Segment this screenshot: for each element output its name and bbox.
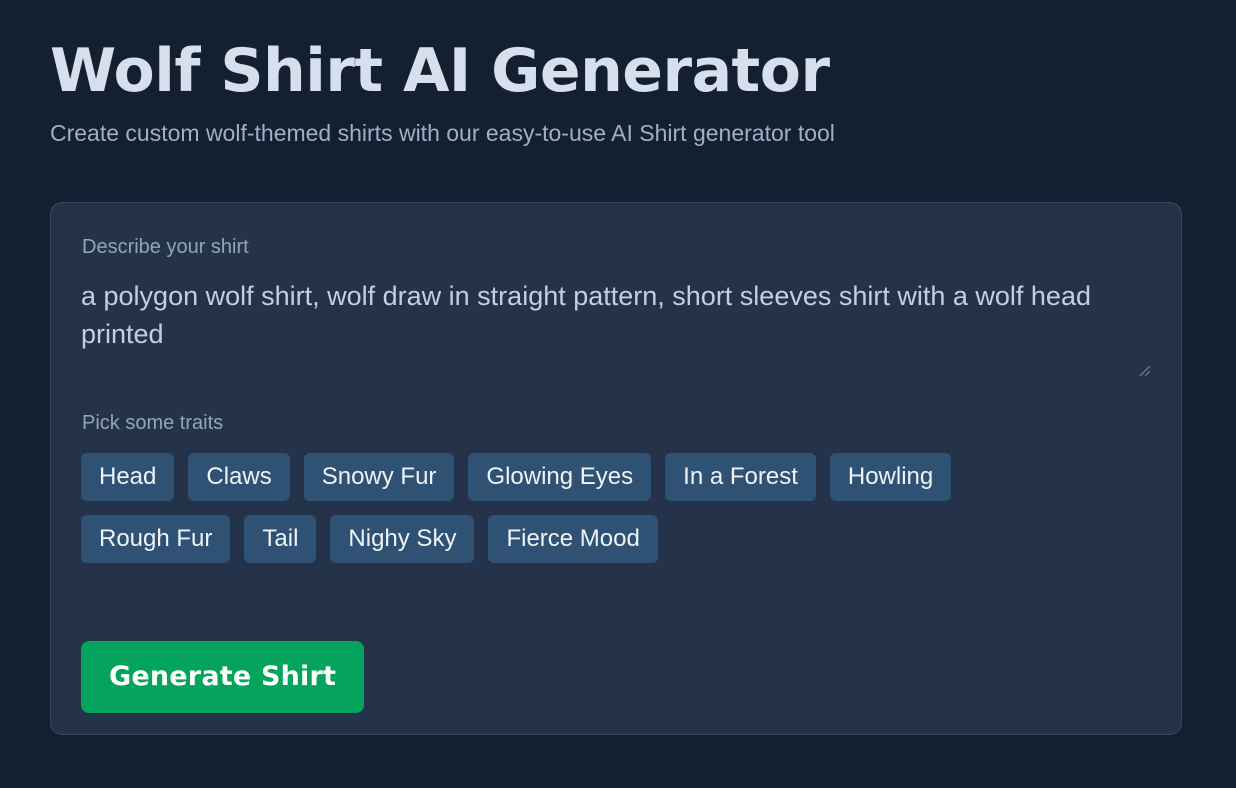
generate-shirt-button[interactable]: Generate Shirt [81, 641, 365, 713]
page-header: Wolf Shirt AI Generator Create custom wo… [50, 36, 1190, 149]
trait-chip[interactable]: Howling [829, 453, 952, 501]
trait-chip[interactable]: Tail [244, 515, 317, 563]
page-title: Wolf Shirt AI Generator [50, 36, 830, 106]
trait-chip[interactable]: Glowing Eyes [468, 453, 652, 501]
app-root: Wolf Shirt AI Generator Create custom wo… [0, 0, 1236, 788]
trait-chip[interactable]: Head [81, 453, 175, 501]
traits-list: Head Claws Snowy Fur Glowing Eyes In a Fores… [81, 453, 1091, 563]
page-subtitle: Create custom wolf-themed shirts with ou… [50, 120, 835, 147]
trait-chip[interactable]: Fierce Mood [488, 515, 658, 563]
prompt-label: Describe your shirt [82, 236, 249, 258]
trait-chip[interactable]: Snowy Fur [303, 453, 455, 501]
prompt-input[interactable] [81, 277, 1151, 377]
generate-row: Generate Shirt [81, 641, 1151, 713]
prompt-field-wrapper [81, 277, 1151, 377]
trait-chip[interactable]: In a Forest [665, 453, 816, 501]
resize-grip-icon[interactable] [1137, 363, 1151, 377]
generator-panel: Describe your shirt Pick some traits Hea… [50, 202, 1182, 735]
trait-chip[interactable]: Nighy Sky [330, 515, 475, 563]
trait-chip[interactable]: Claws [188, 453, 290, 501]
traits-label: Pick some traits [82, 412, 224, 434]
trait-chip[interactable]: Rough Fur [81, 515, 231, 563]
